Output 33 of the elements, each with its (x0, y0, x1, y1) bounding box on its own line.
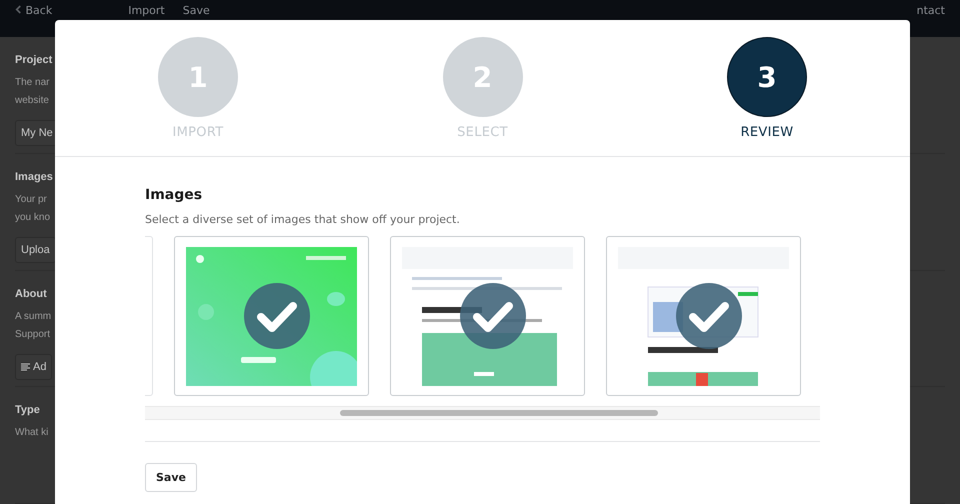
image-card[interactable] (606, 236, 801, 396)
check-icon (460, 283, 526, 349)
image-card[interactable] (174, 236, 369, 396)
import-link[interactable]: Import (128, 4, 165, 17)
section-description: website (15, 94, 49, 108)
save-button[interactable]: Save (145, 463, 197, 492)
step-label: SELECT (457, 125, 508, 140)
check-icon (244, 283, 310, 349)
check-icon (676, 283, 742, 349)
image-card[interactable] (390, 236, 585, 396)
step-label: REVIEW (740, 125, 794, 140)
step-label: IMPORT (172, 125, 224, 140)
back-link[interactable]: Back (15, 4, 52, 17)
section-title: About (15, 288, 47, 300)
section-description: The nar (15, 76, 50, 90)
step-circle[interactable]: 3 (727, 37, 807, 117)
section-title: Type (15, 404, 40, 416)
add-button[interactable]: Ad (15, 354, 52, 380)
section-description: you kno (15, 210, 50, 225)
section-description: What ki (15, 426, 48, 440)
section-description: A summ (15, 310, 52, 324)
chevron-left-icon (15, 5, 22, 14)
section-description: Support (15, 328, 50, 342)
text-lines-icon (21, 362, 30, 370)
section-description: Select a diverse set of images that show off your project. (145, 213, 461, 226)
section-description: Your pr (15, 192, 47, 207)
section-heading: Images (145, 187, 204, 203)
section-title: Images (15, 170, 53, 183)
save-link[interactable]: Save (182, 4, 210, 17)
scrollbar-thumb[interactable] (340, 410, 658, 416)
upload-button[interactable]: Uploa (15, 236, 56, 263)
section-title: Project (15, 54, 52, 66)
contact-link[interactable]: ntact (916, 4, 945, 17)
